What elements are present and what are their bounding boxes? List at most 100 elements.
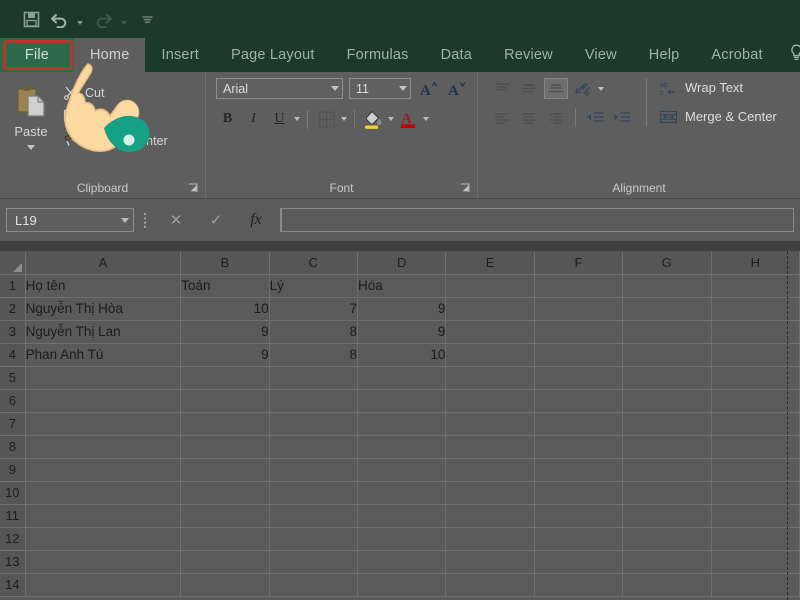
cell-A14[interactable] bbox=[25, 573, 182, 597]
cell-F3[interactable] bbox=[534, 320, 624, 344]
tab-view[interactable]: View bbox=[569, 38, 633, 72]
cell-D3[interactable]: 9 bbox=[357, 320, 447, 344]
underline-button[interactable]: U bbox=[268, 108, 291, 130]
cell-A10[interactable] bbox=[25, 481, 182, 505]
cell-B11[interactable] bbox=[180, 504, 270, 528]
row-header-5[interactable]: 5 bbox=[0, 366, 26, 390]
merge-center-button[interactable]: Merge & Center bbox=[659, 107, 777, 126]
cell-C6[interactable] bbox=[269, 389, 359, 413]
row-header-1[interactable]: 1 bbox=[0, 274, 26, 298]
cell-A13[interactable] bbox=[25, 550, 182, 574]
row-header-2[interactable]: 2 bbox=[0, 297, 26, 321]
decrease-indent-button[interactable] bbox=[583, 107, 607, 128]
cell-A4[interactable]: Phan Anh Tú bbox=[25, 343, 182, 367]
row-header-11[interactable]: 11 bbox=[0, 504, 26, 528]
cell-F7[interactable] bbox=[534, 412, 624, 436]
row-header-10[interactable]: 10 bbox=[0, 481, 26, 505]
cell-E13[interactable] bbox=[445, 550, 535, 574]
borders-button[interactable] bbox=[315, 108, 338, 130]
name-box[interactable]: L19 bbox=[6, 208, 134, 232]
cell-B5[interactable] bbox=[180, 366, 270, 390]
orientation-button[interactable] bbox=[571, 78, 595, 99]
cell-C14[interactable] bbox=[269, 573, 359, 597]
cell-G7[interactable] bbox=[622, 412, 712, 436]
redo-dropdown-icon[interactable] bbox=[118, 6, 130, 32]
paste-dropdown-icon[interactable] bbox=[27, 145, 35, 150]
column-header-b[interactable]: B bbox=[180, 251, 270, 275]
bold-button[interactable]: B bbox=[216, 108, 239, 130]
cell-G5[interactable] bbox=[622, 366, 712, 390]
undo-dropdown-icon[interactable] bbox=[74, 6, 86, 32]
align-right-button[interactable] bbox=[544, 107, 568, 128]
formula-bar-grip[interactable] bbox=[134, 212, 156, 228]
cell-F2[interactable] bbox=[534, 297, 624, 321]
cell-F10[interactable] bbox=[534, 481, 624, 505]
tab-home[interactable]: Home bbox=[74, 38, 146, 72]
cell-E2[interactable] bbox=[445, 297, 535, 321]
font-name-input[interactable]: Arial bbox=[216, 78, 343, 99]
cell-B4[interactable]: 9 bbox=[180, 343, 270, 367]
cell-D11[interactable] bbox=[357, 504, 447, 528]
cell-A11[interactable] bbox=[25, 504, 182, 528]
align-left-button[interactable] bbox=[490, 107, 514, 128]
row-header-7[interactable]: 7 bbox=[0, 412, 26, 436]
font-color-button[interactable]: A bbox=[397, 108, 420, 130]
cell-G2[interactable] bbox=[622, 297, 712, 321]
cell-F14[interactable] bbox=[534, 573, 624, 597]
cell-B2[interactable]: 10 bbox=[180, 297, 270, 321]
cell-E7[interactable] bbox=[445, 412, 535, 436]
underline-dropdown-icon[interactable] bbox=[294, 117, 300, 121]
cell-G11[interactable] bbox=[622, 504, 712, 528]
cell-B1[interactable]: Toán bbox=[180, 274, 270, 298]
cell-E10[interactable] bbox=[445, 481, 535, 505]
cancel-formula-button[interactable]: ✕ bbox=[156, 208, 196, 232]
formula-input[interactable] bbox=[280, 208, 794, 232]
cell-C2[interactable]: 7 bbox=[269, 297, 359, 321]
cell-C4[interactable]: 8 bbox=[269, 343, 359, 367]
cell-D9[interactable] bbox=[357, 458, 447, 482]
cell-B3[interactable]: 9 bbox=[180, 320, 270, 344]
cell-C12[interactable] bbox=[269, 527, 359, 551]
borders-dropdown-icon[interactable] bbox=[341, 117, 347, 121]
cell-A12[interactable] bbox=[25, 527, 182, 551]
tab-file[interactable]: File bbox=[0, 38, 74, 72]
cell-G10[interactable] bbox=[622, 481, 712, 505]
cell-B12[interactable] bbox=[180, 527, 270, 551]
cell-F13[interactable] bbox=[534, 550, 624, 574]
tab-insert[interactable]: Insert bbox=[145, 38, 214, 72]
cell-E14[interactable] bbox=[445, 573, 535, 597]
fill-color-dropdown-icon[interactable] bbox=[388, 117, 394, 121]
cell-F8[interactable] bbox=[534, 435, 624, 459]
redo-icon[interactable] bbox=[90, 6, 116, 32]
cell-G9[interactable] bbox=[622, 458, 712, 482]
name-box-dropdown-icon[interactable] bbox=[121, 217, 129, 223]
row-header-9[interactable]: 9 bbox=[0, 458, 26, 482]
row-header-12[interactable]: 12 bbox=[0, 527, 26, 551]
cell-A2[interactable]: Nguyễn Thị Hòa bbox=[25, 297, 182, 321]
copy-button[interactable]: Copy bbox=[62, 108, 205, 125]
cell-E1[interactable] bbox=[445, 274, 535, 298]
cell-E8[interactable] bbox=[445, 435, 535, 459]
cell-D13[interactable] bbox=[357, 550, 447, 574]
column-header-a[interactable]: A bbox=[25, 251, 182, 275]
cell-D2[interactable]: 9 bbox=[357, 297, 447, 321]
cell-A6[interactable] bbox=[25, 389, 182, 413]
format-painter-button[interactable]: Format Painter bbox=[62, 132, 205, 149]
cell-E6[interactable] bbox=[445, 389, 535, 413]
font-size-dropdown-icon[interactable] bbox=[399, 86, 407, 91]
column-header-f[interactable]: F bbox=[534, 251, 624, 275]
save-icon[interactable] bbox=[18, 6, 44, 32]
cell-F6[interactable] bbox=[534, 389, 624, 413]
select-all-button[interactable] bbox=[0, 251, 26, 275]
cell-G6[interactable] bbox=[622, 389, 712, 413]
clipboard-dialog-launcher-icon[interactable] bbox=[188, 183, 199, 194]
cell-E9[interactable] bbox=[445, 458, 535, 482]
cell-E5[interactable] bbox=[445, 366, 535, 390]
row-header-3[interactable]: 3 bbox=[0, 320, 26, 344]
increase-indent-button[interactable] bbox=[610, 107, 634, 128]
increase-font-size-button[interactable]: A bbox=[417, 78, 439, 99]
row-header-4[interactable]: 4 bbox=[0, 343, 26, 367]
cell-F5[interactable] bbox=[534, 366, 624, 390]
cell-C11[interactable] bbox=[269, 504, 359, 528]
wrap-text-button[interactable]: ab c Wrap Text bbox=[659, 78, 777, 97]
